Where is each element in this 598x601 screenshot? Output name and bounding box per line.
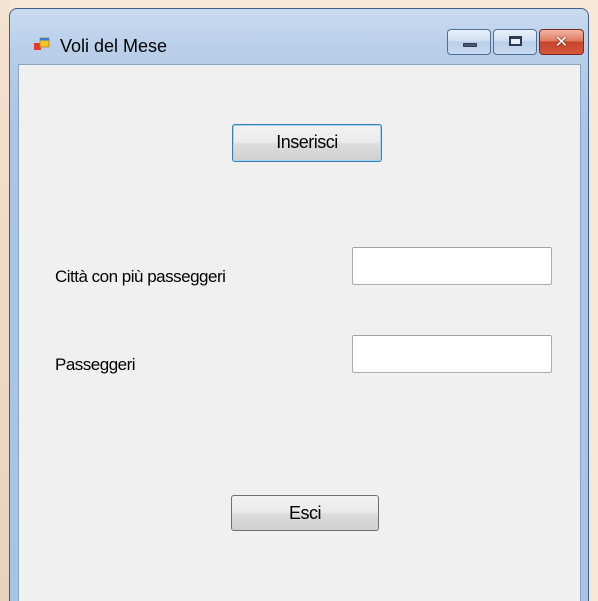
form-app-icon xyxy=(34,36,50,52)
minimize-icon xyxy=(463,43,477,47)
close-icon: ✕ xyxy=(554,32,569,51)
city-label: Città con più passeggeri xyxy=(55,267,226,286)
passengers-label: Passeggeri xyxy=(55,355,136,374)
passengers-field[interactable] xyxy=(352,335,552,373)
exit-button[interactable]: Esci xyxy=(231,495,379,531)
window-title: Voli del Mese xyxy=(60,36,168,56)
city-field[interactable] xyxy=(352,247,552,285)
app-window: Voli del Mese ✕ Inserisci Città con più … xyxy=(9,8,589,601)
insert-button[interactable]: Inserisci xyxy=(232,124,382,162)
form-client-area: Inserisci Città con più passeggeri Passe… xyxy=(18,64,581,601)
caption-buttons: ✕ xyxy=(445,29,584,55)
maximize-button[interactable] xyxy=(493,29,537,55)
close-button[interactable]: ✕ xyxy=(539,29,584,55)
maximize-icon xyxy=(509,36,522,46)
desktop-background xyxy=(0,0,9,601)
minimize-button[interactable] xyxy=(447,29,491,55)
